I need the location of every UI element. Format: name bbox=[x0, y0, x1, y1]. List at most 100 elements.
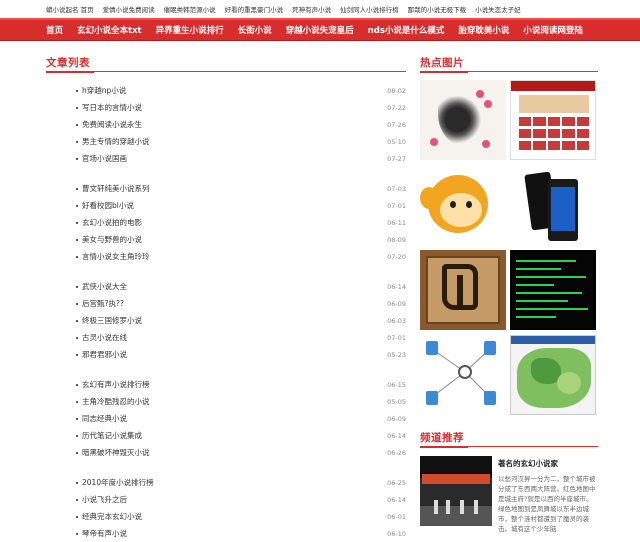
article-link[interactable]: 曹文轩纯美小说系列 bbox=[82, 183, 150, 194]
article-section: 文章列表 h穿越np小说 08-02 写日本的言情小说 07-22 免费阅读小说永生 07… bbox=[46, 52, 406, 542]
article-group: 2010年度小说排行榜 06-25 小说飞升之后 06-14 经典完本玄幻小说 06-01… bbox=[76, 474, 406, 542]
sidebar: 热点图片 频道推荐 著名的玄幻小说家 以愁河汉昇一分为二，整个城市被分成了东西两… bbox=[420, 52, 598, 534]
article-list-item: 古灵小说在线 07-01 bbox=[76, 329, 406, 346]
article-date: 07-26 bbox=[387, 120, 406, 129]
article-date: 05-10 bbox=[387, 137, 406, 146]
top-link[interactable]: 仙剑同人小说排行榜 bbox=[340, 4, 399, 14]
article-list-item: 玄幻有声小说排行榜 06-15 bbox=[76, 376, 406, 393]
article-list-item: 邪君君邪小说 05-23 bbox=[76, 346, 406, 363]
article-date: 05-05 bbox=[387, 397, 406, 406]
article-date: 08-09 bbox=[387, 235, 406, 244]
recommend-item-desc: 以愁河汉昇一分为二，整个城市被分成了东西两大阵营。红色地图中是城主府?就是以西的… bbox=[498, 475, 596, 533]
article-link[interactable]: 玄幻小说拍的电影 bbox=[82, 217, 142, 228]
article-list-item: 写日本的言情小说 07-22 bbox=[76, 99, 406, 116]
top-link[interactable]: 蟒小说起名 首页 bbox=[46, 4, 94, 14]
recommend-header: 频道推荐 bbox=[420, 427, 598, 448]
article-list-item: 言情小说女主角玲玲 07-20 bbox=[76, 248, 406, 265]
top-links-bar: 蟒小说起名 首页 爱情小说免费阅读 催眠类韩范源小说 好看的重黑豪门小说 死神有声小说仙… bbox=[0, 0, 640, 18]
nav-item[interactable]: nds小说是什么模式 bbox=[368, 24, 445, 36]
article-link[interactable]: 主角冷酷残忍的小说 bbox=[82, 396, 150, 407]
article-link[interactable]: 男主专情的穿越小说 bbox=[82, 136, 150, 147]
nav-item[interactable]: 玄幻小说全本txt bbox=[77, 24, 142, 36]
article-link[interactable]: 美女与野兽的小说 bbox=[82, 234, 142, 245]
nav-item[interactable]: 小说阅读网登陆 bbox=[523, 24, 583, 36]
article-list-item: 琴帝有声小说 06-10 bbox=[76, 525, 406, 542]
article-list-item: 官场小说国画 07-27 bbox=[76, 150, 406, 167]
hot-pics-header: 热点图片 bbox=[420, 52, 598, 73]
top-link[interactable]: 爱情小说免费阅读 bbox=[103, 4, 155, 14]
article-section-header: 文章列表 bbox=[46, 52, 406, 73]
article-link[interactable]: 后宫甄?执?? bbox=[82, 298, 124, 309]
top-link[interactable]: 死神有声小说 bbox=[292, 4, 331, 14]
article-date: 06-14 bbox=[387, 495, 406, 504]
recommend-item-title[interactable]: 著名的玄幻小说家 bbox=[498, 458, 598, 469]
article-list-item: 主角冷酷残忍的小说 05-05 bbox=[76, 393, 406, 410]
nav-item[interactable]: 胎穿耽美小说 bbox=[458, 24, 509, 36]
article-link[interactable]: 暗黑破坏神毁灭小说 bbox=[82, 447, 150, 458]
article-date: 06-14 bbox=[387, 431, 406, 440]
article-list-item: 终极三国修罗小说 06-03 bbox=[76, 312, 406, 329]
recommend-thumbnail[interactable] bbox=[420, 456, 492, 526]
article-date: 06-09 bbox=[387, 299, 406, 308]
hot-pic-map[interactable] bbox=[510, 335, 596, 415]
article-link[interactable]: 琴帝有声小说 bbox=[82, 528, 127, 539]
article-date: 05-23 bbox=[387, 350, 406, 359]
top-link[interactable]: 催眠类韩范源小说 bbox=[164, 4, 216, 14]
article-link[interactable]: 小说飞升之后 bbox=[82, 494, 127, 505]
hot-pic-carved-character[interactable] bbox=[420, 250, 506, 330]
recommend-section: 频道推荐 著名的玄幻小说家 以愁河汉昇一分为二，整个城市被分成了东西两大阵营。红… bbox=[420, 427, 598, 534]
article-list-item: 历代笔记小说集成 06-14 bbox=[76, 427, 406, 444]
nav-item[interactable]: 穿越小说失宠皇后 bbox=[286, 24, 354, 36]
top-link[interactable]: 小说失恋太子妃 bbox=[475, 4, 521, 14]
article-date: 08-02 bbox=[387, 86, 406, 95]
article-list-item: 后宫甄?执?? 06-09 bbox=[76, 295, 406, 312]
hot-pic-webpage[interactable] bbox=[510, 80, 596, 160]
article-link[interactable]: 言情小说女主角玲玲 bbox=[82, 251, 150, 262]
top-link[interactable]: 好看的重黑豪门小说 bbox=[225, 4, 284, 14]
article-section-title: 文章列表 bbox=[46, 57, 90, 69]
recommend-item[interactable]: 著名的玄幻小说家 以愁河汉昇一分为二，整个城市被分成了东西两大阵营。红色地图中是… bbox=[420, 456, 598, 534]
article-link[interactable]: 同志经典小说 bbox=[82, 413, 127, 424]
nav-item[interactable]: 异界重生小说排行 bbox=[156, 24, 224, 36]
nav-item[interactable]: 首页 bbox=[46, 24, 63, 36]
article-link[interactable]: 历代笔记小说集成 bbox=[82, 430, 142, 441]
top-link[interactable]: 鄙哉的小说无极下载 bbox=[408, 4, 467, 14]
article-link[interactable]: 玄幻有声小说排行榜 bbox=[82, 379, 150, 390]
hot-pic-phones[interactable] bbox=[510, 165, 596, 245]
article-date: 07-01 bbox=[387, 201, 406, 210]
article-link[interactable]: 经典完本玄幻小说 bbox=[82, 511, 142, 522]
article-list-item: 暗黑破坏神毁灭小说 06-26 bbox=[76, 444, 406, 461]
article-link[interactable]: 2010年度小说排行榜 bbox=[82, 477, 154, 488]
article-date: 06-26 bbox=[387, 448, 406, 457]
article-groups: h穿越np小说 08-02 写日本的言情小说 07-22 免费阅读小说永生 07-26 男主… bbox=[46, 82, 406, 542]
nav-item[interactable]: 长街小说 bbox=[238, 24, 272, 36]
article-list-item: 美女与野兽的小说 08-09 bbox=[76, 231, 406, 248]
hot-pics-grid bbox=[420, 80, 598, 415]
article-list-item: 经典完本玄幻小说 06-01 bbox=[76, 508, 406, 525]
hot-pic-network-diagram[interactable] bbox=[420, 335, 506, 415]
article-list-item: 免费阅读小说永生 07-26 bbox=[76, 116, 406, 133]
hot-pic-calligraphy[interactable] bbox=[420, 80, 506, 160]
article-date: 06-25 bbox=[387, 478, 406, 487]
article-link[interactable]: 邪君君邪小说 bbox=[82, 349, 127, 360]
article-list-item: 男主专情的穿越小说 05-10 bbox=[76, 133, 406, 150]
article-link[interactable]: h穿越np小说 bbox=[82, 85, 126, 96]
article-link[interactable]: 官场小说国画 bbox=[82, 153, 127, 164]
article-link[interactable]: 好看校园bl小说 bbox=[82, 200, 134, 211]
article-date: 07-20 bbox=[387, 252, 406, 261]
article-link[interactable]: 古灵小说在线 bbox=[82, 332, 127, 343]
article-date: 06-11 bbox=[387, 218, 406, 227]
article-link[interactable]: 免费阅读小说永生 bbox=[82, 119, 142, 130]
article-date: 07-03 bbox=[387, 184, 406, 193]
article-link[interactable]: 写日本的言情小说 bbox=[82, 102, 142, 113]
article-date: 07-22 bbox=[387, 103, 406, 112]
hot-pic-monkey-cartoon[interactable] bbox=[420, 165, 506, 245]
article-date: 06-14 bbox=[387, 282, 406, 291]
article-link[interactable]: 终极三国修罗小说 bbox=[82, 315, 142, 326]
article-date: 06-10 bbox=[387, 529, 406, 538]
hot-pic-terminal[interactable] bbox=[510, 250, 596, 330]
article-date: 06-01 bbox=[387, 512, 406, 521]
article-date: 06-09 bbox=[387, 414, 406, 423]
article-link[interactable]: 武侠小说大全 bbox=[82, 281, 127, 292]
article-date: 06-03 bbox=[387, 316, 406, 325]
